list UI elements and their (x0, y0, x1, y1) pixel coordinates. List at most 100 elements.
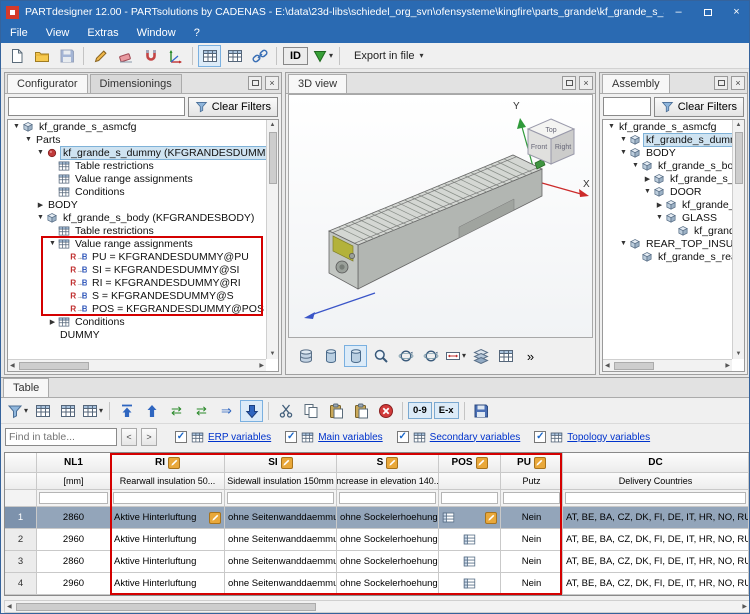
delete-row-icon[interactable] (374, 400, 397, 422)
assembly-search-input[interactable] (603, 97, 651, 116)
scroll-left-icon[interactable]: ◀ (5, 601, 14, 612)
expand-arrow-icon[interactable]: ▼ (606, 123, 617, 130)
horizontal-scrollbar[interactable]: ◀▶ (603, 359, 732, 371)
table-cell-S[interactable]: ohne Sockelerhoehung (337, 573, 439, 594)
id-button[interactable]: ID (283, 47, 308, 65)
checkbox-secondary-variables[interactable]: ✓ (397, 431, 409, 443)
configurator-tree-item[interactable]: Table restrictions (8, 159, 278, 172)
table-cell-SI[interactable]: ohne Seitenwanddaemmung (225, 507, 337, 528)
horizontal-scrollbar[interactable]: ◀▶ (8, 359, 266, 371)
filter-link-secondary-variables[interactable]: Secondary variables (430, 432, 521, 443)
minimize-button[interactable]: – (664, 1, 693, 23)
database-icon[interactable] (294, 345, 317, 367)
viewcube-top-label[interactable]: Top (545, 127, 556, 134)
cut-icon[interactable] (274, 400, 297, 422)
menu-item-extras[interactable]: Extras (78, 24, 127, 42)
edit-pencil-icon[interactable] (281, 457, 293, 469)
tab-assembly[interactable]: Assembly (602, 74, 670, 93)
edit-pencil-icon[interactable] (386, 457, 398, 469)
column-header-POS[interactable]: POS (439, 453, 501, 472)
title-bar[interactable]: PARTdesigner 12.00 - PARTsolutions by CA… (1, 1, 750, 23)
scroll-thumb[interactable] (16, 603, 316, 611)
configurator-tree-item[interactable]: PU = KFGRANDESDUMMY@PU (8, 250, 278, 263)
new-file-icon[interactable] (5, 45, 28, 67)
rotate-view-icon[interactable] (394, 345, 417, 367)
table-row-2[interactable]: 22960Aktive Hinterluftungohne Seitenwand… (5, 529, 749, 551)
close-panel-button[interactable]: × (265, 76, 279, 90)
transfer-icon[interactable]: ⇄ (165, 400, 188, 422)
assembly-tree-item[interactable]: ▼BODY (603, 146, 744, 159)
scroll-right-icon[interactable]: ▶ (740, 601, 749, 612)
3d-viewport[interactable]: X Y Top Front Right (288, 94, 593, 338)
table-cell-PU[interactable]: Nein (501, 573, 563, 594)
table-cell-DC[interactable]: AT, BE, BA, CZ, DK, FI, DE, IT, HR, NO, … (563, 507, 749, 528)
filter-icon[interactable]: ▾ (6, 400, 29, 422)
3d-scene[interactable]: X Y Top Front Right (289, 95, 593, 338)
table-cell-DC[interactable]: AT, BE, BA, CZ, DK, FI, DE, IT, HR, NO, … (563, 551, 749, 572)
assembly-tree-item[interactable]: ▼kf_grande_s_asmcfg (603, 120, 744, 133)
expand-arrow-icon[interactable]: ▼ (35, 214, 46, 221)
assembly-tree-item[interactable]: ▼kf_grande_s_dummy (603, 133, 744, 146)
assembly-tree-item[interactable]: ▼GLASS (603, 211, 744, 224)
solid-view-icon[interactable] (319, 345, 342, 367)
scroll-thumb[interactable] (735, 132, 743, 184)
configurator-tree-item[interactable]: ▼kf_grande_s_dummy (KFGRANDESDUMMY) (8, 146, 278, 159)
table-cell-NL1[interactable]: 2960 (37, 529, 111, 550)
table-cell-PU[interactable]: Nein (501, 551, 563, 572)
table-cell-NL1[interactable]: 2860 (37, 551, 111, 572)
filter-link-erp-variables[interactable]: ERP variables (208, 432, 271, 443)
exponent-format-button[interactable]: E-x (434, 402, 459, 419)
close-panel-button[interactable]: × (579, 76, 593, 90)
tab-configurator[interactable]: Configurator (7, 74, 88, 93)
checkbox-erp-variables[interactable]: ✓ (175, 431, 187, 443)
open-file-icon[interactable] (30, 45, 53, 67)
edit-sketch-icon[interactable] (89, 45, 112, 67)
menu-item-help[interactable]: ? (185, 24, 209, 42)
erase-icon[interactable] (114, 45, 137, 67)
float-panel-button[interactable] (562, 76, 576, 90)
table-row-1[interactable]: 12860Aktive Hinterluftungohne Seitenwand… (5, 507, 749, 529)
checkbox-main-variables[interactable]: ✓ (285, 431, 297, 443)
configurator-tree-item[interactable]: ▶BODY (8, 198, 278, 211)
link-document-icon[interactable] (248, 45, 271, 67)
scroll-right-icon[interactable]: ▶ (257, 360, 266, 371)
filter-input-PU[interactable] (503, 492, 560, 504)
paste-special-icon[interactable] (349, 400, 372, 422)
insert-row-icon[interactable] (240, 400, 263, 422)
scroll-left-icon[interactable]: ◀ (603, 360, 612, 371)
dimensions-icon[interactable]: ▾ (444, 345, 467, 367)
scroll-up-icon[interactable]: ▲ (734, 120, 744, 130)
table-cell-POS[interactable] (439, 551, 501, 572)
viewcube-front-label[interactable]: Front (531, 144, 547, 151)
filter-input-RI[interactable] (113, 492, 222, 504)
filter-link-topology-variables[interactable]: Topology variables (567, 432, 650, 443)
filter-input-DC[interactable] (565, 492, 746, 504)
table-cell-POS[interactable] (439, 507, 501, 528)
pan-view-icon[interactable] (419, 345, 442, 367)
tab-table[interactable]: Table (3, 378, 49, 397)
save-table-icon[interactable] (470, 400, 493, 422)
table-cell-PU[interactable]: Nein (501, 529, 563, 550)
export-button[interactable]: Export in file▾ (344, 46, 434, 66)
expand-arrow-icon[interactable]: ▼ (618, 136, 629, 143)
edit-pencil-icon[interactable] (534, 457, 546, 469)
scroll-down-icon[interactable]: ▼ (268, 349, 278, 359)
assembly-clear-filters-button[interactable]: Clear Filters (654, 97, 744, 117)
table-cell-PU[interactable]: Nein (501, 507, 563, 528)
edit-pencil-icon[interactable] (485, 512, 497, 524)
apply-icon[interactable]: ⇒ (215, 400, 238, 422)
transfer-all-icon[interactable]: ⇄ (190, 400, 213, 422)
configurator-tree-item[interactable]: DUMMY (8, 328, 278, 341)
configurator-tree-item[interactable]: ▼kf_grande_s_asmcfg (8, 120, 278, 133)
menu-item-view[interactable]: View (37, 24, 79, 42)
configurator-tree-item[interactable]: Table restrictions (8, 224, 278, 237)
expand-arrow-icon[interactable]: ▼ (630, 162, 641, 169)
filter-link-main-variables[interactable]: Main variables (318, 432, 382, 443)
column-header-S[interactable]: S (337, 453, 439, 472)
viewcube-right-label[interactable]: Right (555, 144, 571, 151)
expand-arrow-icon[interactable]: ▼ (642, 188, 653, 195)
expand-arrow-icon[interactable]: ▼ (23, 136, 34, 143)
edit-pencil-icon[interactable] (168, 457, 180, 469)
oven-model[interactable] (329, 155, 545, 289)
vertical-scrollbar[interactable]: ▲▼ (266, 120, 278, 359)
